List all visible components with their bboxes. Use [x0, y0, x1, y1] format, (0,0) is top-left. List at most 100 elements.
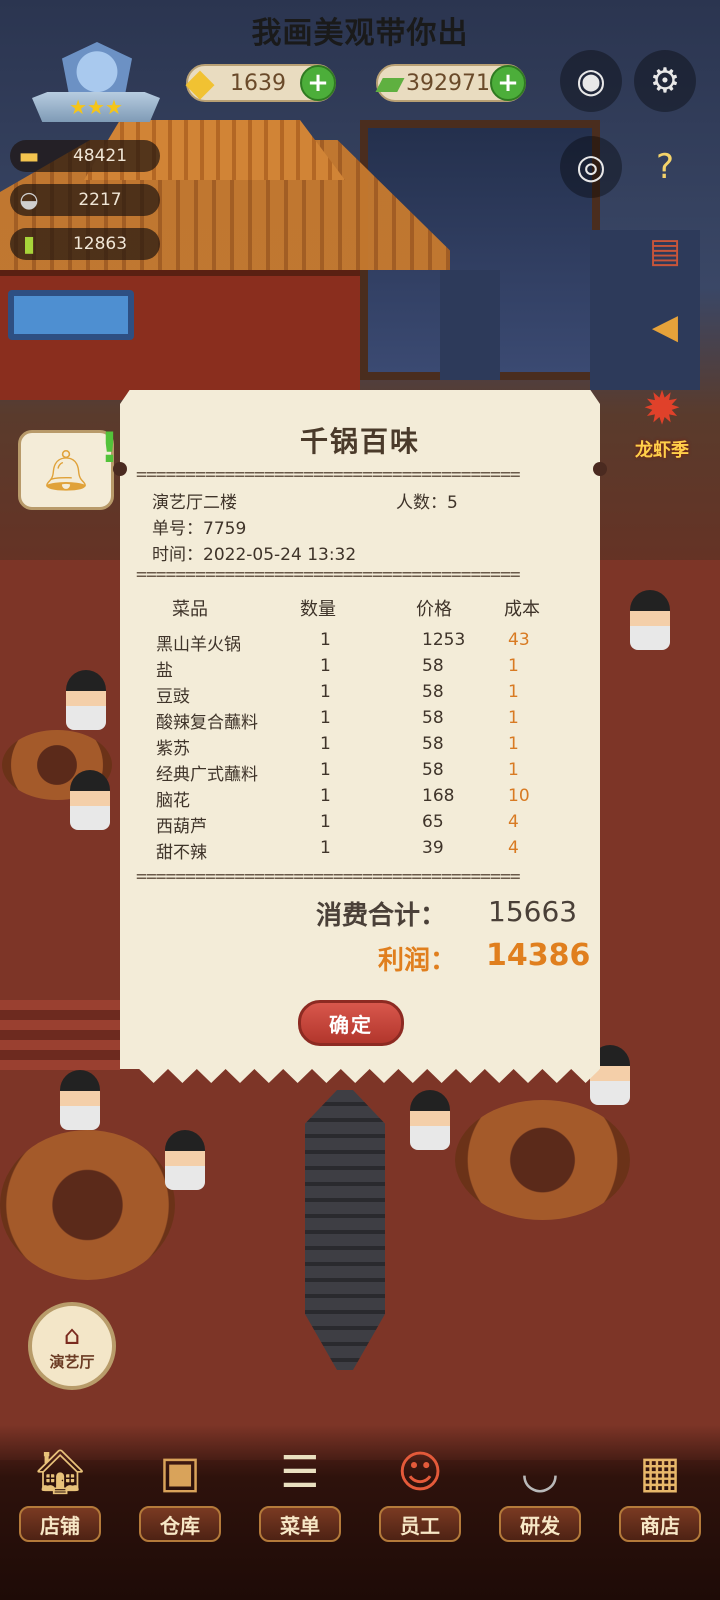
nav-label: 研发: [499, 1506, 581, 1542]
item-cost: 1: [508, 682, 519, 702]
customer: [70, 770, 110, 830]
nav-menu-clipboard[interactable]: ☰ 菜单: [250, 1440, 350, 1550]
item-price: 65: [422, 812, 444, 832]
confirm-button[interactable]: 确定: [298, 1000, 404, 1046]
level-badge[interactable]: ★★★: [32, 42, 160, 126]
menu-clipboard-icon: ☰: [280, 1446, 320, 1498]
recipe-book-icon[interactable]: ▤: [634, 220, 696, 282]
stat-dish: ▬ 48421: [10, 140, 160, 172]
item-price: 39: [422, 838, 444, 858]
item-qty: 1: [320, 760, 331, 780]
camera-icon[interactable]: ◉: [560, 50, 622, 112]
store-icon: ▦: [639, 1446, 681, 1498]
item-cost: 4: [508, 838, 519, 858]
table-row: 酸辣复合蘸料 1 58 1: [120, 708, 600, 734]
stat-cloche: ◒ 2217: [10, 184, 160, 216]
hall-sign: [8, 290, 134, 340]
item-cost: 1: [508, 734, 519, 754]
item-dish: 酸辣复合蘸料: [156, 713, 258, 733]
item-cost: 1: [508, 760, 519, 780]
item-price: 168: [422, 786, 455, 806]
cash-stack-icon: ▰: [375, 60, 405, 104]
nav-label: 商店: [619, 1506, 701, 1542]
event-label: 龙虾季: [635, 440, 689, 461]
header-dish: 菜品: [172, 599, 208, 620]
item-dish: 经典广式蘸料: [156, 765, 258, 785]
nav-research-pot[interactable]: ◡ 研发: [490, 1440, 590, 1550]
cash-counter: ▰ 392971 +: [375, 60, 526, 104]
stat-value: 12863: [72, 234, 128, 254]
item-qty: 1: [320, 838, 331, 858]
staff-icon: ☺: [397, 1446, 443, 1498]
performance-hall-button[interactable]: ⌂ 演艺厅: [28, 1302, 116, 1390]
table-row: 甜不辣 1 39 4: [120, 838, 600, 864]
level-stars: ★★★: [32, 92, 160, 122]
bottom-nav: 🏠︎ 店铺 ▣ 仓库 ☰ 菜单 ☺ 员工 ◡ 研发 ▦ 商店: [0, 1440, 720, 1550]
nav-warehouse[interactable]: ▣ 仓库: [130, 1440, 230, 1550]
bell-button[interactable]: 🔔︎ !: [18, 423, 119, 510]
item-qty: 1: [320, 682, 331, 702]
table-row: 紫苏 1 58 1: [120, 734, 600, 760]
item-dish: 紫苏: [156, 739, 190, 759]
gold-counter: ◆ 1639 +: [185, 60, 336, 104]
warehouse-icon: ▣: [159, 1446, 201, 1498]
divider: =======================================: [136, 570, 584, 580]
table-row: 盐 1 58 1: [120, 656, 600, 682]
customer: [60, 1070, 100, 1130]
city-building: [440, 270, 500, 380]
item-cost: 1: [508, 708, 519, 728]
shop-icon: 🏠︎: [32, 1447, 88, 1498]
receipt-title: 千锅百味: [299, 425, 420, 458]
divider: =======================================: [136, 470, 584, 480]
item-dish: 西葫芦: [156, 817, 207, 837]
lobster-event-badge[interactable]: ✹ 龙虾季: [622, 380, 702, 480]
stat-value: 48421: [72, 146, 128, 166]
dining-table: [455, 1100, 630, 1220]
customer: [630, 590, 670, 650]
nav-staff[interactable]: ☺ 员工: [370, 1440, 470, 1550]
help-book-icon[interactable]: ?: [634, 136, 696, 198]
item-qty: 1: [320, 786, 331, 806]
dish-cover-icon: ▬: [18, 143, 40, 169]
eye-icon[interactable]: ◎: [560, 136, 622, 198]
add-gold-button[interactable]: +: [300, 65, 336, 101]
item-qty: 1: [320, 734, 331, 754]
megaphone-icon[interactable]: ◀: [634, 296, 696, 358]
item-price: 58: [422, 708, 444, 728]
order-time: 时间：2022-05-24 13:32: [152, 545, 357, 565]
order-number: 单号：7759: [152, 519, 247, 539]
stat-value: 2217: [78, 190, 122, 210]
gear-icon[interactable]: ⚙: [634, 50, 696, 112]
nav-label: 菜单: [259, 1506, 341, 1542]
profit-label: 利润：: [378, 946, 457, 976]
nav-store[interactable]: ▦ 商店: [610, 1440, 710, 1550]
hall-icon: ⌂: [63, 1320, 81, 1351]
hall-name: 演艺厅二楼: [152, 493, 237, 513]
item-price: 58: [422, 682, 444, 702]
item-cost: 1: [508, 656, 519, 676]
bell-icon: 🔔︎: [40, 447, 92, 494]
divider: =======================================: [136, 872, 584, 882]
table-row: 脑花 1 168 10: [120, 786, 600, 812]
performance-hall-label: 演艺厅: [49, 1352, 95, 1371]
item-dish: 黑山羊火锅: [156, 635, 241, 655]
item-dish: 豆豉: [156, 687, 190, 707]
total-value: 15663: [488, 895, 578, 928]
item-price: 58: [422, 760, 444, 780]
item-dish: 甜不辣: [156, 843, 207, 863]
lobster-icon: ✹: [642, 381, 682, 435]
guest-count: 人数：5: [396, 493, 458, 513]
item-dish: 盐: [156, 661, 173, 681]
nav-shop[interactable]: 🏠︎ 店铺: [10, 1440, 110, 1550]
gold-ingot-icon: ◆: [185, 60, 215, 104]
receipt-pin: [113, 462, 127, 476]
item-qty: 1: [320, 708, 331, 728]
item-cost: 43: [508, 630, 530, 650]
item-cost: 4: [508, 812, 519, 832]
ticket-icon: ▮: [22, 231, 36, 257]
receipt-pin: [593, 462, 607, 476]
item-price: 58: [422, 734, 444, 754]
item-qty: 1: [320, 812, 331, 832]
stat-ticket: ▮ 12863: [10, 228, 160, 260]
add-cash-button[interactable]: +: [490, 65, 526, 101]
